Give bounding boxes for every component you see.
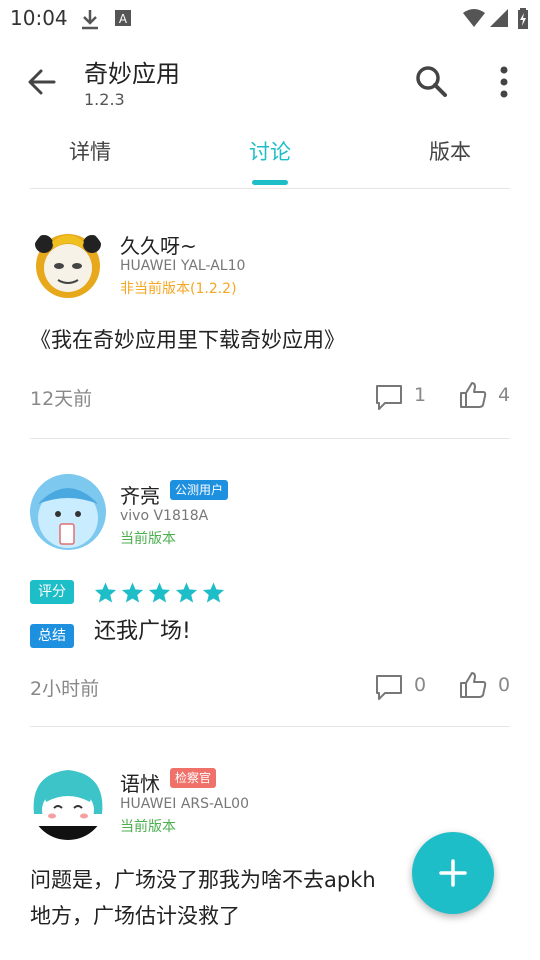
comment-count: 0 (414, 674, 427, 696)
post-time: 2小时前 (30, 678, 100, 700)
post-content: 《我在奇妙应用里下载奇妙应用》 (30, 328, 345, 352)
tab-versions[interactable]: 版本 (390, 136, 510, 166)
username[interactable]: 齐亮 (120, 480, 160, 509)
post-summary: 还我广场! (94, 619, 191, 644)
device-model: vivo V1818A (120, 508, 209, 524)
star-icon (148, 582, 171, 603)
avatar[interactable] (30, 474, 106, 550)
tab-indicator (252, 180, 288, 185)
tab-bar: 详情 讨论 版本 (0, 126, 540, 188)
app-bar: 奇妙应用 1.2.3 (0, 36, 540, 126)
star-icon (121, 582, 144, 603)
like-count: 4 (498, 384, 511, 406)
tab-discussion[interactable]: 讨论 (210, 136, 330, 166)
add-post-button[interactable] (412, 832, 494, 914)
status-time: 10:04 (10, 6, 68, 30)
like-count: 0 (498, 674, 511, 696)
svg-text:A: A (119, 12, 128, 26)
device-model: HUAWEI YAL-AL10 (120, 258, 246, 274)
comment-count: 1 (414, 384, 427, 406)
back-arrow-icon[interactable] (22, 62, 62, 102)
summary-label: 总结 (30, 624, 74, 648)
username[interactable]: 语怵 (120, 768, 160, 797)
user-badge: 公测用户 (170, 480, 229, 500)
post-time: 12天前 (30, 388, 93, 410)
search-icon[interactable] (412, 62, 452, 102)
user-badge: 检察官 (170, 768, 217, 788)
status-bar: 10:04 A (0, 0, 540, 36)
signal-icon (490, 9, 508, 27)
star-icon (94, 582, 117, 603)
version-note: 非当前版本(1.2.2) (120, 281, 237, 297)
comment-icon[interactable] (374, 672, 404, 702)
keyboard-a-icon: A (115, 10, 131, 26)
more-options-icon[interactable] (486, 62, 522, 102)
comment-icon[interactable] (374, 382, 404, 412)
plus-icon (439, 859, 467, 887)
divider (30, 438, 510, 439)
rating-label: 评分 (30, 580, 74, 604)
version-note: 当前版本 (120, 531, 176, 547)
app-version: 1.2.3 (84, 90, 125, 109)
star-icon (202, 582, 225, 603)
username[interactable]: 久久呀~ (120, 230, 197, 259)
avatar[interactable] (30, 224, 106, 300)
battery-icon (518, 8, 528, 29)
like-icon[interactable] (458, 670, 488, 700)
wifi-icon (463, 9, 485, 27)
like-icon[interactable] (458, 380, 488, 410)
device-model: HUAWEI ARS-AL00 (120, 796, 249, 812)
download-icon (82, 10, 98, 30)
star-rating (94, 581, 225, 604)
version-note: 当前版本 (120, 819, 176, 835)
divider (30, 726, 510, 727)
star-icon (175, 582, 198, 603)
divider (30, 188, 510, 189)
page-title: 奇妙应用 (84, 60, 180, 88)
tab-details[interactable]: 详情 (30, 136, 150, 166)
avatar[interactable] (30, 764, 106, 840)
